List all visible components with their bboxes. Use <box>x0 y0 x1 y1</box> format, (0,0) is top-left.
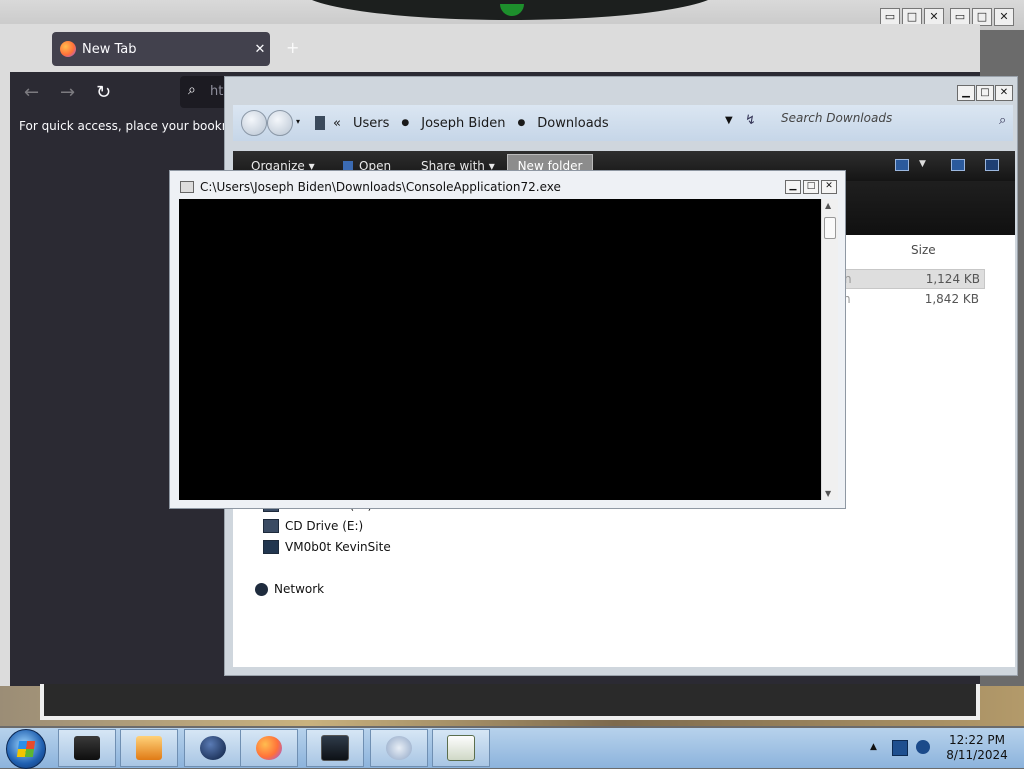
nav-item-label: CD Drive (E:) <box>285 519 364 533</box>
close-tab-icon[interactable]: ✕ <box>250 42 270 57</box>
scroll-down-icon[interactable]: ▼ <box>825 489 831 498</box>
clock-time: 12:22 PM <box>949 733 1005 747</box>
preview-pane-icon[interactable] <box>951 159 965 171</box>
nav-item-network[interactable]: Network <box>255 582 324 596</box>
minimize-icon[interactable]: ▁ <box>957 85 975 101</box>
minimize-icon[interactable]: ▁ <box>785 180 801 194</box>
taskbar-console[interactable] <box>306 729 364 767</box>
taskbar-explorer-drive[interactable] <box>58 729 116 767</box>
file-size: 1,124 KB <box>925 272 980 286</box>
help-icon[interactable] <box>985 159 999 171</box>
firefox-icon <box>256 736 282 760</box>
nav-item-cd-drive-e[interactable]: CD Drive (E:) <box>263 519 363 533</box>
maximize-icon[interactable]: □ <box>803 180 819 194</box>
firefox-icon <box>60 41 76 57</box>
notepad-icon <box>447 735 475 761</box>
taskbar-globe[interactable] <box>184 729 242 767</box>
maximize-icon[interactable]: □ <box>976 85 994 101</box>
clock[interactable]: 12:22 PM 8/11/2024 <box>934 733 1020 763</box>
network-icon <box>255 582 268 596</box>
network-drive-icon <box>263 540 279 554</box>
tab-new-tab[interactable]: New Tab ✕ <box>52 32 270 66</box>
breadcrumb-overflow[interactable]: « <box>333 116 341 131</box>
taskbar-media-player[interactable] <box>120 729 178 767</box>
forward-button[interactable]: → <box>60 82 75 103</box>
search-icon: ⌕ <box>188 82 196 98</box>
console-title: C:\Users\Joseph Biden\Downloads\ConsoleA… <box>200 180 561 194</box>
tab-bar: New Tab ✕ + <box>0 24 980 72</box>
console-app-icon <box>180 181 194 193</box>
breadcrumb-separator[interactable]: ● <box>401 118 409 128</box>
globe-icon <box>200 736 226 760</box>
search-input[interactable]: Search Downloads <box>781 111 892 125</box>
reload-button[interactable]: ↻ <box>96 82 111 103</box>
taskbar-firefox[interactable] <box>240 729 298 767</box>
scroll-up-icon[interactable]: ▲ <box>825 201 831 210</box>
file-row[interactable]: n 1,842 KB <box>833 290 983 308</box>
new-tab-button[interactable]: + <box>286 38 299 57</box>
breadcrumb-downloads[interactable]: Downloads <box>537 116 608 131</box>
file-row[interactable]: n 1,124 KB <box>833 269 985 289</box>
close-icon[interactable]: ✕ <box>821 180 837 194</box>
scroll-thumb[interactable] <box>824 217 836 239</box>
taskbar: ▲ 12:22 PM 8/11/2024 <box>0 728 1024 769</box>
breadcrumb-separator[interactable]: ● <box>517 118 525 128</box>
vertical-scrollbar[interactable]: ▲ ▼ <box>821 199 838 500</box>
nav-item-label: Network <box>274 582 325 596</box>
window-controls: ▁ □ ✕ <box>785 180 837 194</box>
show-hidden-icons[interactable]: ▲ <box>870 742 877 752</box>
console-output[interactable] <box>179 199 821 500</box>
taskbar-disc-app[interactable] <box>370 729 428 767</box>
network-status-icon[interactable] <box>892 740 908 756</box>
cd-drive-icon <box>263 519 279 533</box>
nav-item-label: VM0b0t KevinSite <box>285 540 391 554</box>
breadcrumb-users[interactable]: Users <box>353 116 389 131</box>
nav-item-vm0b0t-kevinsite[interactable]: VM0b0t KevinSite <box>263 540 391 554</box>
forward-button[interactable] <box>267 110 293 136</box>
back-button[interactable]: ← <box>24 82 39 103</box>
search-icon[interactable]: ⌕ <box>999 113 1006 128</box>
console-window: C:\Users\Joseph Biden\Downloads\ConsoleA… <box>169 170 846 509</box>
console-icon <box>321 735 349 761</box>
console-titlebar: C:\Users\Joseph Biden\Downloads\ConsoleA… <box>180 180 561 194</box>
column-header-size[interactable]: Size <box>911 243 936 257</box>
folder-icon <box>315 116 325 130</box>
back-button[interactable] <box>241 110 267 136</box>
taskbar-notepad[interactable] <box>432 729 490 767</box>
close-icon[interactable]: ✕ <box>995 85 1013 101</box>
clock-date: 8/11/2024 <box>946 748 1008 762</box>
volume-icon[interactable] <box>916 740 930 754</box>
disc-icon <box>386 736 412 760</box>
window-controls: ▁ □ ✕ <box>957 85 1013 101</box>
breadcrumb: « Users ● Joseph Biden ● Downloads <box>315 105 609 141</box>
recent-pages-icon[interactable]: ▾ <box>296 117 300 126</box>
start-button[interactable] <box>6 729 46 769</box>
view-dropdown-icon[interactable]: ▼ <box>919 159 926 169</box>
file-size: 1,842 KB <box>924 292 979 306</box>
tab-title: New Tab <box>82 41 137 57</box>
view-options-icon[interactable] <box>895 159 909 171</box>
ghost-window-edge <box>40 684 980 720</box>
address-bar: ▾ « Users ● Joseph Biden ● Downloads ▼ ↯… <box>233 105 1013 141</box>
refresh-icon[interactable]: ↯ <box>745 113 756 128</box>
breadcrumb-joseph-biden[interactable]: Joseph Biden <box>421 116 505 131</box>
drive-app-icon <box>74 736 100 760</box>
address-dropdown-icon[interactable]: ▼ <box>725 115 733 126</box>
url-text: ht <box>210 84 224 99</box>
media-player-icon <box>136 736 162 760</box>
